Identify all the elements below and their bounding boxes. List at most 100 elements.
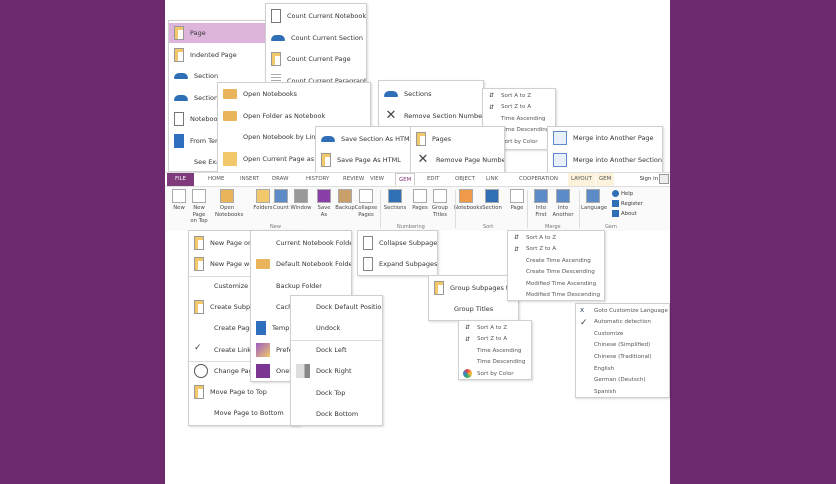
tab-gem[interactable]: GEM xyxy=(395,173,416,186)
ribbon-button-into-first[interactable]: Into First xyxy=(529,189,553,218)
menu-item-sort-by-color[interactable]: Sort by Color xyxy=(459,368,531,379)
tab-insert[interactable]: INSERT xyxy=(237,173,262,186)
menu-item-remove-section-numbers[interactable]: Remove Section Numbers xyxy=(379,106,483,126)
ribbon-button-about[interactable]: About xyxy=(612,210,637,217)
menu-item-label: Dock Top xyxy=(316,388,346,397)
menu-item-backup-folder[interactable]: Backup Folder xyxy=(251,276,351,296)
ribbon-button-collapse-pages[interactable]: Collapse Pages xyxy=(354,189,378,218)
ribbon-button-notebooks[interactable]: Notebooks xyxy=(454,189,482,212)
menu-item-group-subpages-title[interactable]: Group Subpages title xyxy=(429,278,518,298)
ribbon-button-label: Section xyxy=(482,205,502,211)
tab-edit[interactable]: EDIT xyxy=(424,173,442,186)
menu-item-label: Dock Left xyxy=(316,345,347,354)
ribbon-button-open-notebooks[interactable]: Open Notebooks xyxy=(215,189,243,218)
menu-item-count-current-notebook[interactable]: Count Current Notebook xyxy=(266,6,366,26)
menu-item-create-time-descending[interactable]: Create Time Descending xyxy=(508,267,604,278)
menu-item-remove-page-numbers[interactable]: Remove Page Numbers xyxy=(411,150,504,170)
menu-item-chinese-traditional[interactable]: Chinese (Traditional) xyxy=(576,351,669,362)
tab-history[interactable]: HISTORY xyxy=(303,173,332,186)
menu-item-undock[interactable]: Undock xyxy=(291,318,382,338)
menu-item-modified-time-ascending[interactable]: Modified Time Ascending xyxy=(508,278,604,289)
menu-item-sort-z-to-a[interactable]: Sort Z to A xyxy=(508,244,604,255)
blank-icon xyxy=(512,256,521,265)
menu-item-time-ascending[interactable]: Time Ascending xyxy=(483,113,555,124)
ribbon-button-new-page-on-top[interactable]: New Page on Top xyxy=(187,189,211,225)
ribbon-button-section[interactable]: Section xyxy=(480,189,504,212)
tab-cooperation[interactable]: COOPERATION xyxy=(516,173,561,186)
blank-icon xyxy=(580,341,589,350)
section-icon xyxy=(174,73,188,79)
ribbon-button-window[interactable]: Window xyxy=(289,189,313,212)
menu-item-current-notebook-folder[interactable]: Current Notebook Folder xyxy=(251,233,351,253)
menu-item-dock-bottom[interactable]: Dock Bottom xyxy=(291,404,382,424)
menu-item-move-page-to-bottom[interactable]: Move Page to Bottom xyxy=(189,403,299,423)
menu-item-sort-a-to-z[interactable]: Sort A to Z xyxy=(459,322,531,333)
onenote-icon xyxy=(256,363,270,378)
menu-item-sort-z-to-a[interactable]: Sort Z to A xyxy=(483,102,555,113)
menu-item-sort-z-to-a[interactable]: Sort Z to A xyxy=(459,334,531,345)
ribbon-button-sections[interactable]: Sections xyxy=(383,189,407,212)
tab-review[interactable]: REVIEW xyxy=(340,173,367,186)
menu-item-merge-into-another-section[interactable]: Merge into Another Section... xyxy=(548,150,662,170)
menu-item-german-deutsch[interactable]: German (Deutsch) xyxy=(576,375,669,386)
ribbon-button-into-another[interactable]: Into Another xyxy=(551,189,575,218)
tab-file[interactable]: FILE xyxy=(167,173,194,186)
ribbon-button-group-titles[interactable]: Group Titles xyxy=(428,189,452,218)
tab-layout[interactable]: LAYOUT xyxy=(568,173,595,186)
menu-item-label: Sort by Color xyxy=(477,370,514,377)
blank-icon xyxy=(512,279,521,288)
menu-item-merge-into-another-page[interactable]: Merge into Another Page xyxy=(548,128,662,148)
section-icon xyxy=(384,91,398,97)
tab-object[interactable]: OBJECT xyxy=(452,173,478,186)
page-numbers-menu: Pages Remove Page Numbers xyxy=(410,126,505,174)
page-icon xyxy=(174,47,184,62)
menu-item-group-titles[interactable]: Group Titles xyxy=(429,299,518,319)
menu-item-move-page-to-top[interactable]: Move Page to Top xyxy=(189,382,299,402)
subpage-icon xyxy=(363,236,373,250)
menu-item-label: Dock Right xyxy=(316,367,352,376)
menu-item-modified-time-descending[interactable]: Modified Time Descending xyxy=(508,290,604,301)
menu-item-sections[interactable]: Sections xyxy=(379,84,483,104)
menu-item-save-section-as-html[interactable]: Save Section As HTML xyxy=(316,129,410,149)
blank-icon xyxy=(512,268,521,277)
menu-item-collapse-subpages[interactable]: Collapse Subpages xyxy=(358,233,437,253)
ribbon-button-page[interactable]: Page xyxy=(505,189,529,212)
menu-item-sort-a-to-z[interactable]: Sort A to Z xyxy=(483,90,555,101)
tab-view[interactable]: VIEW xyxy=(367,173,387,186)
menu-item-open-notebooks[interactable]: Open Notebooks xyxy=(218,84,370,104)
tab-link[interactable]: LINK xyxy=(483,173,501,186)
ribbon-button-help[interactable]: Help xyxy=(612,190,633,197)
menu-item-count-current-section[interactable]: Count Current Section xyxy=(266,28,366,48)
menu-item-time-descending[interactable]: Time Descending xyxy=(459,357,531,368)
menu-item-goto-customize-language[interactable]: Goto Customize Language xyxy=(576,305,669,316)
menu-item-automatic-detection[interactable]: Automatic detection xyxy=(576,317,669,328)
menu-item-save-page-as-html[interactable]: Save Page As HTML xyxy=(316,150,410,170)
menu-item-sort-a-to-z[interactable]: Sort A to Z xyxy=(508,232,604,243)
menu-item-create-time-ascending[interactable]: Create Time Ascending xyxy=(508,255,604,266)
sign-in-link[interactable]: Sign in xyxy=(640,173,658,186)
menu-item-dock-right[interactable]: Dock Right xyxy=(291,361,382,381)
menu-item-spanish[interactable]: Spanish xyxy=(576,386,669,397)
tab-gem-2[interactable]: GEM xyxy=(596,173,615,186)
menu-item-open-folder-as-notebook[interactable]: Open Folder as Notebook xyxy=(218,106,370,126)
ribbon-button-register[interactable]: Register xyxy=(612,200,643,207)
ribbon-button-language[interactable]: Language xyxy=(581,189,607,212)
tab-draw[interactable]: DRAW xyxy=(269,173,291,186)
menu-item-expand-subpages[interactable]: Expand Subpages xyxy=(358,254,437,274)
menu-item-dock-default-position[interactable]: Dock Default Position xyxy=(291,297,382,317)
menu-item-english[interactable]: English xyxy=(576,363,669,374)
menu-item-pages[interactable]: Pages xyxy=(411,129,504,149)
menu-item-time-ascending[interactable]: Time Ascending xyxy=(459,345,531,356)
menu-item-dock-left[interactable]: Dock Left xyxy=(291,340,382,360)
ribbon-button-icon xyxy=(556,189,570,203)
menu-item-default-notebook-folder[interactable]: Default Notebook Folder xyxy=(251,254,351,274)
menu-item-dock-top[interactable]: Dock Top xyxy=(291,383,382,403)
avatar-icon[interactable] xyxy=(659,174,669,184)
menu-item-label: Page xyxy=(190,29,206,37)
ribbon-button-label: About xyxy=(621,210,637,217)
menu-item-count-current-page[interactable]: Count Current Page xyxy=(266,49,366,69)
menu-item-label: Open Folder as Notebook xyxy=(243,111,326,120)
tab-home[interactable]: HOME xyxy=(205,173,227,186)
menu-item-chinese-simplified[interactable]: Chinese (Simplified) xyxy=(576,340,669,351)
menu-item-customize[interactable]: Customize xyxy=(576,328,669,339)
